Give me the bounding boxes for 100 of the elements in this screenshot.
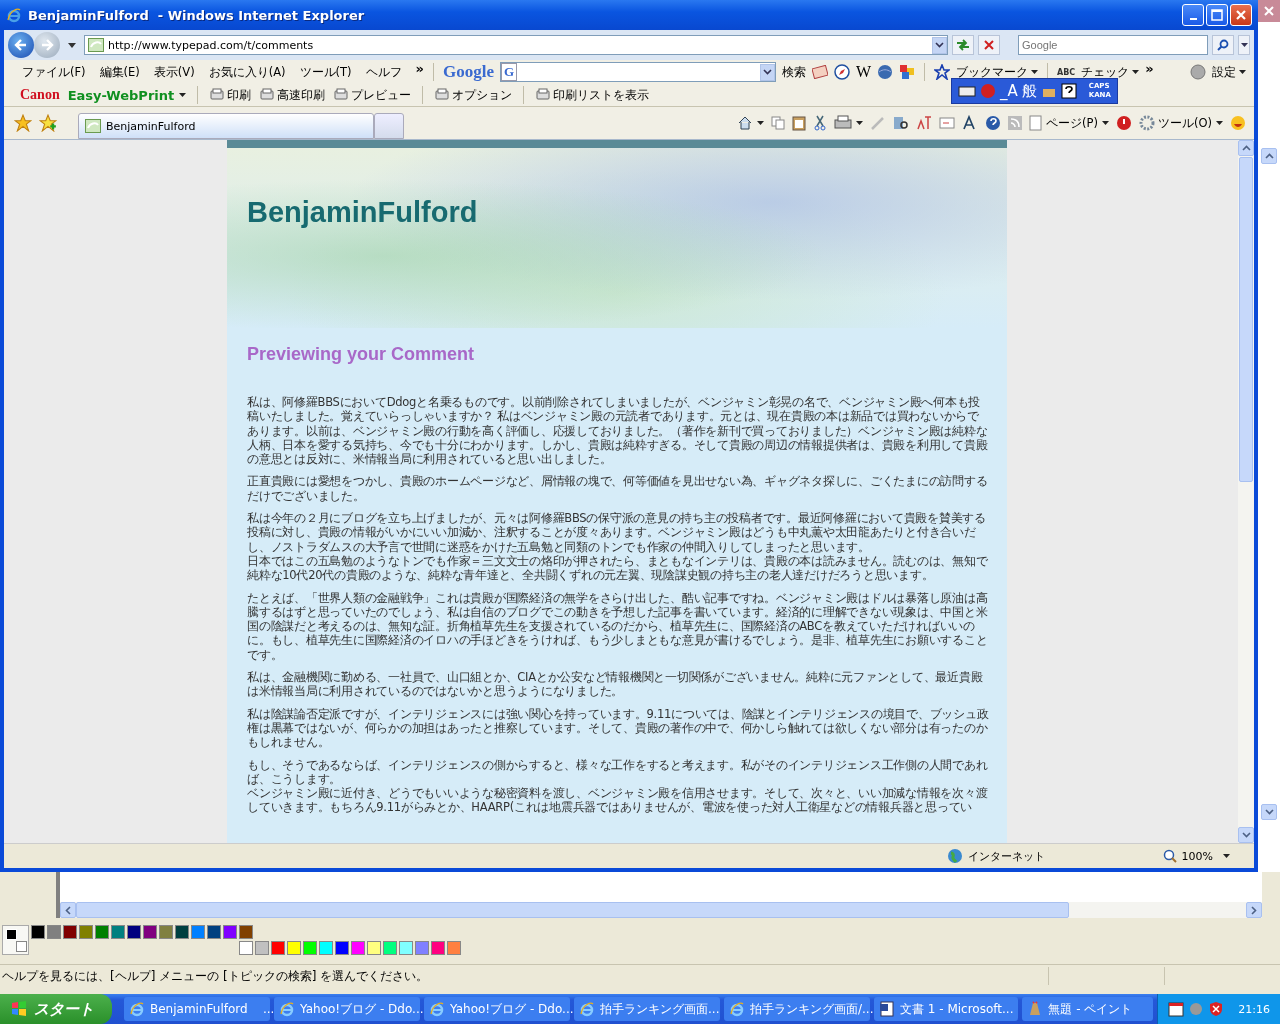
print-toolbar-button[interactable]: プレビュー bbox=[333, 87, 412, 103]
scroll-left-button[interactable] bbox=[60, 902, 76, 918]
news-icon[interactable] bbox=[811, 65, 828, 79]
search-button[interactable] bbox=[1212, 35, 1234, 55]
scroll-down-button[interactable] bbox=[1238, 827, 1254, 843]
zoom-level[interactable]: 100% bbox=[1181, 849, 1213, 863]
minimize-button[interactable] bbox=[1182, 4, 1204, 26]
wikipedia-icon[interactable]: W bbox=[855, 63, 872, 81]
color-swatch[interactable] bbox=[303, 941, 317, 955]
tools-menu[interactable]: ツール(O) bbox=[1157, 115, 1212, 131]
menu-item[interactable]: 表示(V) bbox=[153, 64, 195, 80]
color-swatch[interactable] bbox=[367, 941, 381, 955]
print-toolbar-button[interactable]: 高速印刷 bbox=[259, 87, 326, 103]
caret-icon[interactable] bbox=[68, 42, 76, 48]
copy-icon[interactable] bbox=[771, 116, 786, 130]
print-toolbar-button[interactable]: 印刷リストを表示 bbox=[535, 87, 650, 103]
input-mode-text[interactable]: _A bbox=[1000, 82, 1018, 100]
help-icon[interactable] bbox=[1060, 83, 1077, 99]
color-swatch[interactable] bbox=[239, 925, 253, 939]
color-swatch[interactable] bbox=[399, 941, 413, 955]
color-swatch[interactable] bbox=[239, 941, 253, 955]
star-icon[interactable] bbox=[934, 64, 951, 80]
close-button[interactable] bbox=[1258, 0, 1280, 22]
keyboard-icon[interactable] bbox=[958, 85, 976, 97]
globe-icon[interactable] bbox=[877, 64, 894, 80]
background-color-swatch[interactable] bbox=[16, 941, 27, 952]
clipboard-icon[interactable] bbox=[792, 115, 807, 131]
new-tab-button[interactable] bbox=[374, 113, 404, 139]
color-swatch[interactable] bbox=[79, 925, 93, 939]
color-swatch[interactable] bbox=[143, 925, 157, 939]
page-menu[interactable]: ページ(P) bbox=[1046, 115, 1098, 131]
mail-icon[interactable] bbox=[939, 117, 956, 129]
menu-item[interactable]: 編集(E) bbox=[99, 64, 140, 80]
check-button[interactable]: チェック bbox=[1081, 64, 1130, 80]
refresh-button[interactable] bbox=[952, 35, 974, 55]
browser-tab[interactable]: BenjaminFulford bbox=[78, 113, 374, 139]
color-swatch[interactable] bbox=[191, 925, 205, 939]
scroll-right-button[interactable] bbox=[1246, 902, 1262, 918]
color-swatch[interactable] bbox=[223, 925, 237, 939]
horizontal-scrollbar[interactable] bbox=[60, 902, 1262, 918]
smiley-icon[interactable] bbox=[1230, 115, 1246, 131]
blocks-icon[interactable] bbox=[899, 64, 916, 80]
foreground-color-swatch[interactable] bbox=[6, 929, 17, 940]
scroll-down-button[interactable] bbox=[1261, 804, 1277, 820]
dropdown-button[interactable] bbox=[932, 36, 947, 54]
color-swatch[interactable] bbox=[175, 925, 189, 939]
stop-button[interactable] bbox=[978, 35, 1000, 55]
power-icon[interactable] bbox=[1115, 115, 1132, 131]
search-button[interactable]: 検索 bbox=[781, 64, 806, 80]
close-button[interactable] bbox=[1230, 4, 1252, 26]
menu-item[interactable]: お気に入り(A) bbox=[208, 64, 286, 80]
more-tools-button[interactable]: » bbox=[1145, 60, 1154, 76]
dictionary-mode-text[interactable]: 般 bbox=[1021, 81, 1037, 101]
google-search-field[interactable]: G bbox=[499, 62, 776, 82]
search-options-button[interactable] bbox=[1238, 35, 1250, 55]
taskbar-button[interactable]: 文書 1 - Microsoft... bbox=[874, 997, 1019, 1021]
vertical-scrollbar[interactable] bbox=[1238, 140, 1254, 843]
color-swatch[interactable] bbox=[31, 925, 45, 939]
scroll-thumb[interactable] bbox=[76, 902, 1069, 918]
scroll-up-button[interactable] bbox=[1238, 140, 1254, 156]
home-icon[interactable] bbox=[737, 115, 754, 131]
paint-vertical-scrollbar[interactable] bbox=[1258, 0, 1280, 872]
color-swatch[interactable] bbox=[207, 925, 221, 939]
compass-icon[interactable] bbox=[833, 64, 850, 80]
color-swatch[interactable] bbox=[447, 941, 461, 955]
maximize-button[interactable] bbox=[1206, 4, 1228, 26]
shield-icon[interactable] bbox=[1208, 1001, 1225, 1017]
blog-title[interactable]: BenjaminFulford bbox=[247, 196, 478, 228]
color-swatch[interactable] bbox=[63, 925, 77, 939]
print-toolbar-button[interactable]: 印刷 bbox=[209, 87, 252, 103]
favorites-star-icon[interactable] bbox=[14, 114, 32, 132]
translate-icon[interactable] bbox=[916, 115, 933, 131]
color-swatch[interactable] bbox=[47, 925, 61, 939]
taskbar-button[interactable]: 無題 - ペイント bbox=[1022, 997, 1154, 1021]
color-swatch[interactable] bbox=[159, 925, 173, 939]
help-icon[interactable] bbox=[985, 115, 1002, 131]
color-swatch[interactable] bbox=[271, 941, 285, 955]
settings-button[interactable]: 設定 bbox=[1212, 64, 1236, 80]
research-icon[interactable] bbox=[893, 115, 910, 131]
settings-icon[interactable] bbox=[1190, 64, 1206, 80]
address-field[interactable]: http://www.typepad.com/t/comments bbox=[84, 35, 948, 55]
color-selector[interactable] bbox=[2, 925, 29, 955]
search-field[interactable]: Google bbox=[1018, 35, 1208, 55]
feed-icon[interactable] bbox=[1008, 116, 1023, 130]
more-menu-button[interactable]: » bbox=[415, 60, 424, 76]
color-swatch[interactable] bbox=[127, 925, 141, 939]
color-swatch[interactable] bbox=[383, 941, 397, 955]
scissors-icon[interactable] bbox=[813, 115, 828, 131]
menu-item[interactable]: ヘルフ bbox=[365, 64, 402, 80]
taskbar-button[interactable]: 拍手ランキング画面... bbox=[574, 997, 720, 1021]
scroll-up-button[interactable] bbox=[1261, 148, 1277, 164]
menu-item[interactable]: ツール(T) bbox=[299, 64, 352, 80]
print-toolbar-button[interactable]: オプション bbox=[434, 87, 513, 103]
color-swatch[interactable] bbox=[287, 941, 301, 955]
color-swatch[interactable] bbox=[95, 925, 109, 939]
dropdown-button[interactable] bbox=[759, 63, 775, 81]
menu-item[interactable]: ファイル(F) bbox=[22, 64, 86, 80]
scroll-thumb[interactable] bbox=[1239, 157, 1253, 482]
bookmarks-button[interactable]: ブックマーク bbox=[956, 64, 1029, 80]
calendar-icon[interactable] bbox=[1168, 1001, 1185, 1017]
